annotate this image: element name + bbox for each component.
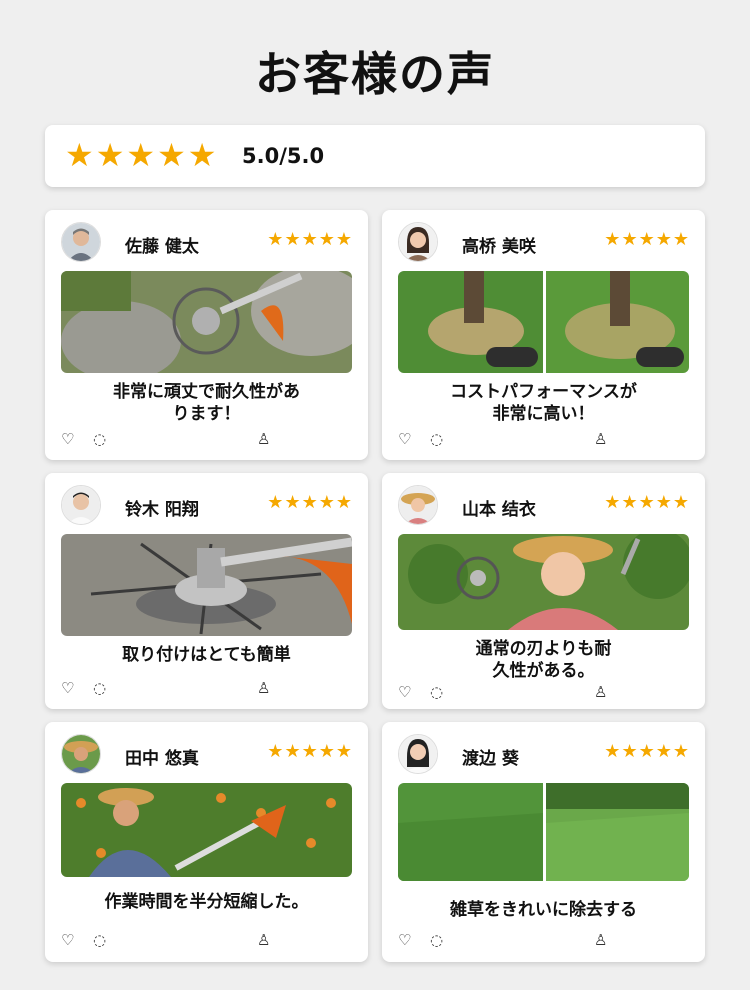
- review-comment: 非常に頑丈で耐久性があ ります！: [113, 382, 300, 424]
- thumb-up-icon[interactable]: ♙: [257, 430, 270, 448]
- star-icon: ★: [672, 492, 689, 513]
- review-stars: ★ ★ ★ ★ ★: [604, 493, 689, 513]
- star-icon: ★: [267, 229, 284, 250]
- overall-rating-box: ★ ★ ★ ★ ★ 5.0/5.0: [45, 125, 705, 187]
- comment-icon[interactable]: ◌: [430, 430, 443, 448]
- review-card: 渡边 葵 ★ ★ ★ ★ ★ 雑草をきれいに除去する ♡ ◌ ♙: [382, 722, 705, 962]
- star-icon: ★: [672, 741, 689, 762]
- review-photo: [61, 783, 352, 877]
- review-card: 佐藤 健太 ★ ★ ★ ★ ★ 非常に頑丈で耐久性があ ります！ ♡ ◌ ♙: [45, 210, 368, 460]
- comment-icon[interactable]: ◌: [93, 679, 106, 697]
- heart-icon[interactable]: ♡: [398, 430, 411, 448]
- star-icon: ★: [621, 492, 638, 513]
- review-comment: 通常の刃よりも耐 久性がある。: [475, 639, 612, 681]
- review-comment: 取り付けはとても簡単: [122, 645, 291, 665]
- star-icon: ★: [318, 229, 335, 250]
- thumb-up-icon[interactable]: ♙: [594, 430, 607, 448]
- review-card: 田中 悠真 ★ ★ ★ ★ ★ 作業時間を半分短縮した。 ♡ ◌ ♙: [45, 722, 368, 962]
- reviewer-name: 铃木 阳翔: [125, 500, 199, 520]
- reviewer-name: 佐藤 健太: [125, 237, 199, 257]
- comment-icon[interactable]: ◌: [430, 931, 443, 949]
- page-title: お客様の声: [255, 47, 495, 101]
- reviewer-name: 高桥 美咲: [462, 237, 536, 257]
- review-actions: ♡ ◌ ♙: [61, 679, 352, 697]
- star-icon: ★: [65, 136, 94, 174]
- heart-icon[interactable]: ♡: [61, 679, 74, 697]
- review-photo: [398, 271, 689, 373]
- star-icon: ★: [638, 492, 655, 513]
- heart-icon[interactable]: ♡: [398, 931, 411, 949]
- star-icon: ★: [604, 229, 621, 250]
- review-actions: ♡ ◌ ♙: [398, 931, 689, 949]
- review-actions: ♡ ◌ ♙: [398, 683, 689, 701]
- thumb-up-icon[interactable]: ♙: [257, 679, 270, 697]
- star-icon: ★: [187, 136, 217, 174]
- star-icon: ★: [604, 741, 621, 762]
- review-card: 铃木 阳翔 ★ ★ ★ ★ ★ 取り付けはとても簡単 ♡ ◌ ♙: [45, 473, 368, 709]
- review-stars: ★ ★ ★ ★ ★: [604, 742, 689, 762]
- reviewer-name: 山本 结衣: [462, 500, 536, 520]
- review-photo: [61, 271, 352, 373]
- review-stars: ★ ★ ★ ★ ★: [267, 742, 352, 762]
- star-icon: ★: [638, 229, 655, 250]
- star-icon: ★: [318, 741, 335, 762]
- reviewer-name: 田中 悠真: [125, 749, 199, 769]
- heart-icon[interactable]: ♡: [61, 430, 74, 448]
- review-actions: ♡ ◌ ♙: [61, 931, 352, 949]
- avatar: [61, 485, 101, 525]
- review-actions: ♡ ◌ ♙: [398, 430, 689, 448]
- star-icon: ★: [335, 741, 352, 762]
- star-icon: ★: [157, 136, 186, 174]
- review-card: 山本 结衣 ★ ★ ★ ★ ★ 通常の刃よりも耐 久性がある。 ♡ ◌ ♙: [382, 473, 705, 709]
- review-actions: ♡ ◌ ♙: [61, 430, 352, 448]
- review-comment: コストパフォーマンスが 非常に高い！: [450, 382, 637, 424]
- avatar: [398, 222, 438, 262]
- comment-icon[interactable]: ◌: [430, 683, 443, 701]
- thumb-up-icon[interactable]: ♙: [594, 931, 607, 949]
- overall-score: 5.0/5.0: [242, 144, 325, 168]
- star-icon: ★: [284, 492, 301, 513]
- review-photo: [398, 783, 689, 881]
- avatar: [61, 222, 101, 262]
- star-icon: ★: [655, 741, 672, 762]
- star-icon: ★: [301, 741, 318, 762]
- star-icon: ★: [284, 229, 301, 250]
- review-photo: [61, 534, 352, 636]
- star-icon: ★: [284, 741, 301, 762]
- reviewer-name: 渡边 葵: [462, 749, 519, 769]
- review-photo: [398, 534, 689, 630]
- review-stars: ★ ★ ★ ★ ★: [267, 493, 352, 513]
- star-icon: ★: [301, 492, 318, 513]
- star-icon: ★: [621, 229, 638, 250]
- star-icon: ★: [267, 741, 284, 762]
- avatar: [398, 485, 438, 525]
- heart-icon[interactable]: ♡: [61, 931, 74, 949]
- star-icon: ★: [638, 741, 655, 762]
- star-icon: ★: [267, 492, 284, 513]
- review-comment: 作業時間を半分短縮した。: [104, 892, 309, 912]
- review-comment: 雑草をきれいに除去する: [450, 900, 637, 920]
- review-card: 高桥 美咲 ★ ★ ★ ★ ★ コストパフォーマンスが 非常に高い！ ♡ ◌ ♙: [382, 210, 705, 460]
- heart-icon[interactable]: ♡: [398, 683, 411, 701]
- star-icon: ★: [318, 492, 335, 513]
- comment-icon[interactable]: ◌: [93, 931, 106, 949]
- review-stars: ★ ★ ★ ★ ★: [267, 230, 352, 250]
- star-icon: ★: [335, 492, 352, 513]
- star-icon: ★: [301, 229, 318, 250]
- star-icon: ★: [655, 229, 672, 250]
- thumb-up-icon[interactable]: ♙: [257, 931, 270, 949]
- star-icon: ★: [126, 136, 156, 174]
- overall-stars: ★ ★ ★ ★ ★: [65, 138, 216, 172]
- comment-icon[interactable]: ◌: [93, 430, 106, 448]
- avatar: [61, 734, 101, 774]
- star-icon: ★: [95, 136, 125, 174]
- star-icon: ★: [604, 492, 621, 513]
- star-icon: ★: [621, 741, 638, 762]
- review-stars: ★ ★ ★ ★ ★: [604, 230, 689, 250]
- star-icon: ★: [672, 229, 689, 250]
- star-icon: ★: [335, 229, 352, 250]
- star-icon: ★: [655, 492, 672, 513]
- avatar: [398, 734, 438, 774]
- thumb-up-icon[interactable]: ♙: [594, 683, 607, 701]
